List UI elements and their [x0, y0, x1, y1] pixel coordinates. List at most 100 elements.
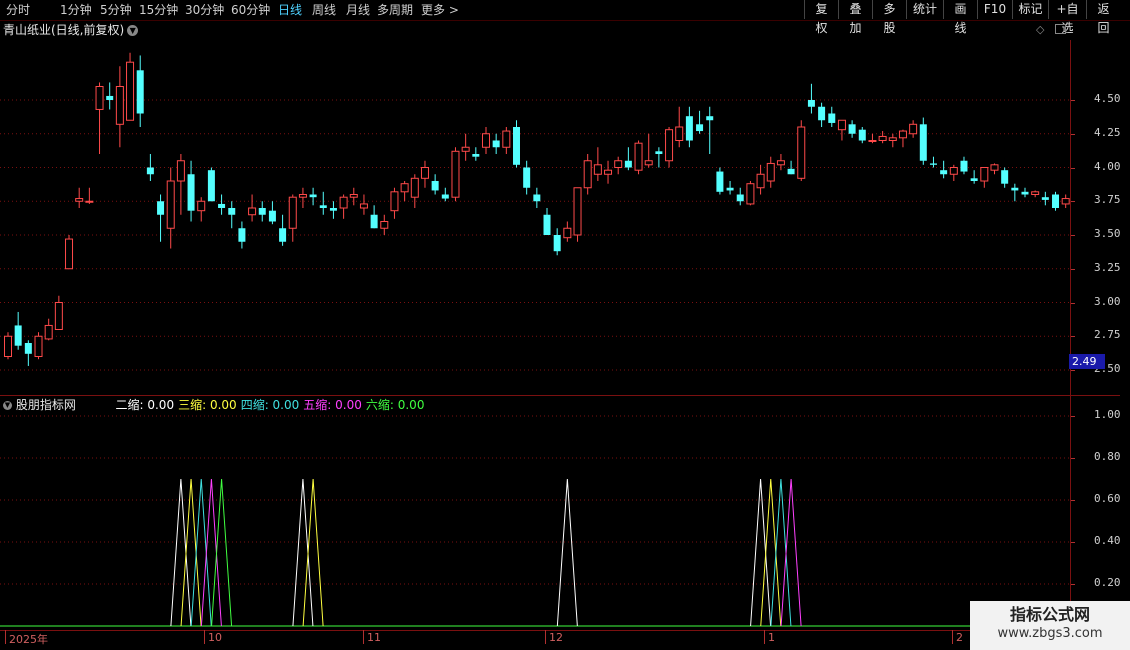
- candle: [34, 332, 43, 360]
- candle: [380, 214, 389, 235]
- side-panel-clipped-lower: [1120, 398, 1130, 628]
- candle: [329, 201, 337, 219]
- indicator-spike: [211, 478, 233, 627]
- price-tick: [1071, 370, 1075, 371]
- candle: [665, 127, 674, 168]
- period-tab-9[interactable]: 多周期: [377, 2, 413, 18]
- period-tab-5[interactable]: 60分钟: [231, 2, 270, 18]
- candle: [319, 191, 327, 215]
- candle: [400, 181, 409, 202]
- candle: [207, 167, 215, 202]
- candle: [685, 106, 693, 148]
- candle: [420, 160, 429, 188]
- diamond-icon[interactable]: ◇: [1036, 23, 1044, 36]
- date-tick: [764, 630, 765, 644]
- indicator-axis: 1.00 0.80 0.60 0.40 0.20: [1070, 396, 1121, 630]
- candle: [258, 201, 266, 222]
- candle: [75, 187, 84, 208]
- candle: [604, 160, 613, 184]
- toolbar-button-3[interactable]: 统计: [906, 0, 943, 19]
- stock-title-text: 青山纸业(日线,前复权): [3, 23, 125, 37]
- candle: [868, 133, 877, 144]
- candle: [828, 106, 836, 127]
- period-tab-10[interactable]: 更多 >: [421, 2, 459, 18]
- indicator-spike: [190, 478, 212, 627]
- price-tick-label: 3.50: [1094, 227, 1121, 240]
- candle: [248, 194, 257, 222]
- indicator-spike: [770, 478, 792, 627]
- date-label: 2025年: [9, 633, 48, 646]
- candle: [614, 156, 623, 175]
- period-tab-1[interactable]: 1分钟: [60, 2, 92, 18]
- window-toggle-icon[interactable]: [1055, 24, 1066, 34]
- price-tick: [1071, 133, 1075, 135]
- candle: [1061, 194, 1070, 208]
- toolbar-button-4[interactable]: 画线: [943, 0, 977, 35]
- period-tab-3[interactable]: 15分钟: [139, 2, 178, 18]
- candle: [766, 156, 775, 188]
- candle: [949, 164, 958, 181]
- side-panel-clipped: [1120, 40, 1130, 395]
- price-tick-label: 4.50: [1094, 92, 1121, 105]
- watermark-url: www.zbgs3.com: [997, 626, 1103, 641]
- candle: [960, 156, 968, 175]
- period-tab-4[interactable]: 30分钟: [185, 2, 224, 18]
- candle: [298, 187, 307, 208]
- candle: [288, 194, 297, 242]
- period-tab-0[interactable]: 分时: [6, 2, 30, 18]
- candle: [573, 187, 582, 242]
- candlestick-chart[interactable]: [0, 40, 1070, 396]
- candle: [14, 311, 22, 350]
- candle: [848, 120, 856, 138]
- candle: [502, 127, 511, 154]
- indicator-tick: [1071, 500, 1075, 501]
- date-label: 1: [768, 631, 775, 644]
- candle: [157, 194, 165, 242]
- stock-title[interactable]: 青山纸业(日线,前复权) ▼: [3, 22, 139, 38]
- period-tab-8[interactable]: 月线: [346, 2, 370, 18]
- candle: [898, 129, 907, 148]
- price-tick-label: 3.00: [1094, 294, 1121, 308]
- candle: [441, 187, 449, 202]
- price-tick: [1071, 268, 1075, 270]
- price-tick-label: 3.75: [1094, 193, 1121, 207]
- date-label: 10: [208, 631, 222, 644]
- toolbar-button-0[interactable]: 复权: [804, 0, 838, 35]
- candle: [909, 120, 918, 138]
- candle: [187, 160, 195, 222]
- candle: [563, 221, 572, 242]
- candle: [716, 167, 724, 195]
- indicator-spike: [170, 478, 192, 627]
- candle: [675, 106, 684, 148]
- indicator-chart[interactable]: [0, 396, 1070, 630]
- candle: [65, 235, 74, 270]
- period-tab-2[interactable]: 5分钟: [100, 2, 132, 18]
- indicator-spike: [750, 478, 772, 627]
- price-tick: [1071, 100, 1075, 101]
- period-tab-6[interactable]: 日线: [278, 2, 302, 18]
- period-tab-7[interactable]: 周线: [312, 2, 336, 18]
- candle: [940, 160, 948, 179]
- toolbar-button-2[interactable]: 多股: [872, 0, 906, 35]
- candle: [888, 133, 897, 148]
- chevron-down-icon[interactable]: ▼: [127, 25, 139, 36]
- candle: [481, 127, 490, 154]
- price-tick-label: 4.00: [1094, 159, 1121, 173]
- indicator-spike: [780, 478, 802, 627]
- toolbar-button-8[interactable]: 返回: [1086, 0, 1120, 35]
- candle: [115, 66, 124, 148]
- toolbar-button-5[interactable]: F10: [977, 0, 1012, 19]
- toolbar-button-6[interactable]: 标记: [1012, 0, 1048, 19]
- toolbar-button-7[interactable]: +自选: [1048, 0, 1086, 35]
- price-tick-label: 3.25: [1094, 260, 1121, 274]
- date-label: 12: [549, 631, 563, 644]
- toolbar-button-1[interactable]: 叠加: [838, 0, 872, 35]
- candle: [624, 147, 632, 171]
- candle: [990, 163, 999, 175]
- indicator-spike: [292, 478, 314, 627]
- candle: [339, 194, 348, 219]
- indicator-tick-label: 0.60: [1094, 492, 1121, 505]
- candle: [929, 156, 937, 168]
- candle: [176, 154, 185, 215]
- candle: [878, 131, 887, 144]
